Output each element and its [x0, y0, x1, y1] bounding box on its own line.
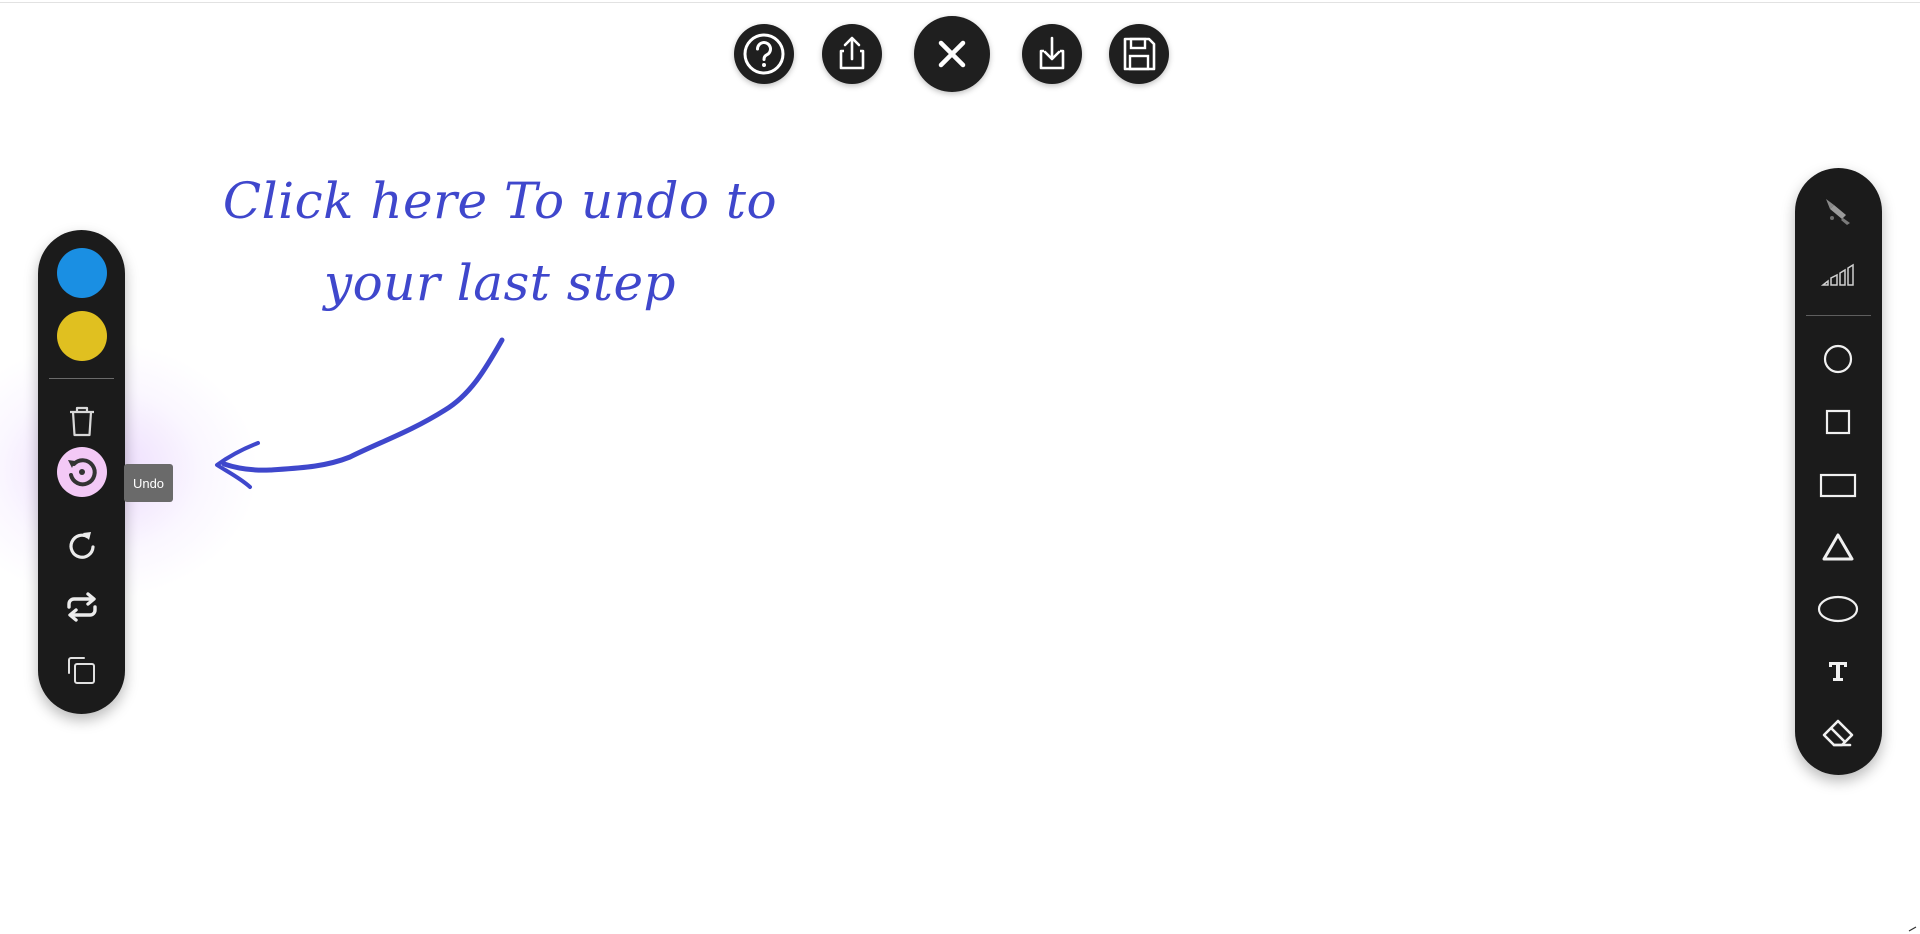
brush-tool[interactable]: [1810, 188, 1866, 234]
annotation-arrow: [215, 337, 505, 489]
circle-icon: [1823, 344, 1853, 374]
ellipse-icon: [1817, 595, 1859, 623]
ellipse-tool[interactable]: [1810, 586, 1866, 632]
resize-handle-icon[interactable]: [1908, 926, 1918, 932]
circle-tool[interactable]: [1810, 336, 1866, 382]
triangle-tool[interactable]: [1810, 524, 1866, 570]
text-tool[interactable]: [1810, 648, 1866, 694]
square-icon: [1825, 409, 1851, 435]
brush-icon: [1826, 199, 1850, 225]
stroke-size-icon: [1820, 263, 1854, 286]
triangle-icon: [1822, 533, 1854, 561]
eraser-tool[interactable]: [1810, 711, 1866, 757]
stroke-size-tool[interactable]: [1810, 252, 1866, 298]
rectangle-tool[interactable]: [1810, 462, 1866, 508]
text-icon: [1829, 662, 1847, 681]
square-tool[interactable]: [1810, 399, 1866, 445]
rectangle-icon: [1819, 473, 1857, 498]
toolbar-divider: [1806, 315, 1871, 316]
eraser-icon: [1822, 719, 1854, 747]
